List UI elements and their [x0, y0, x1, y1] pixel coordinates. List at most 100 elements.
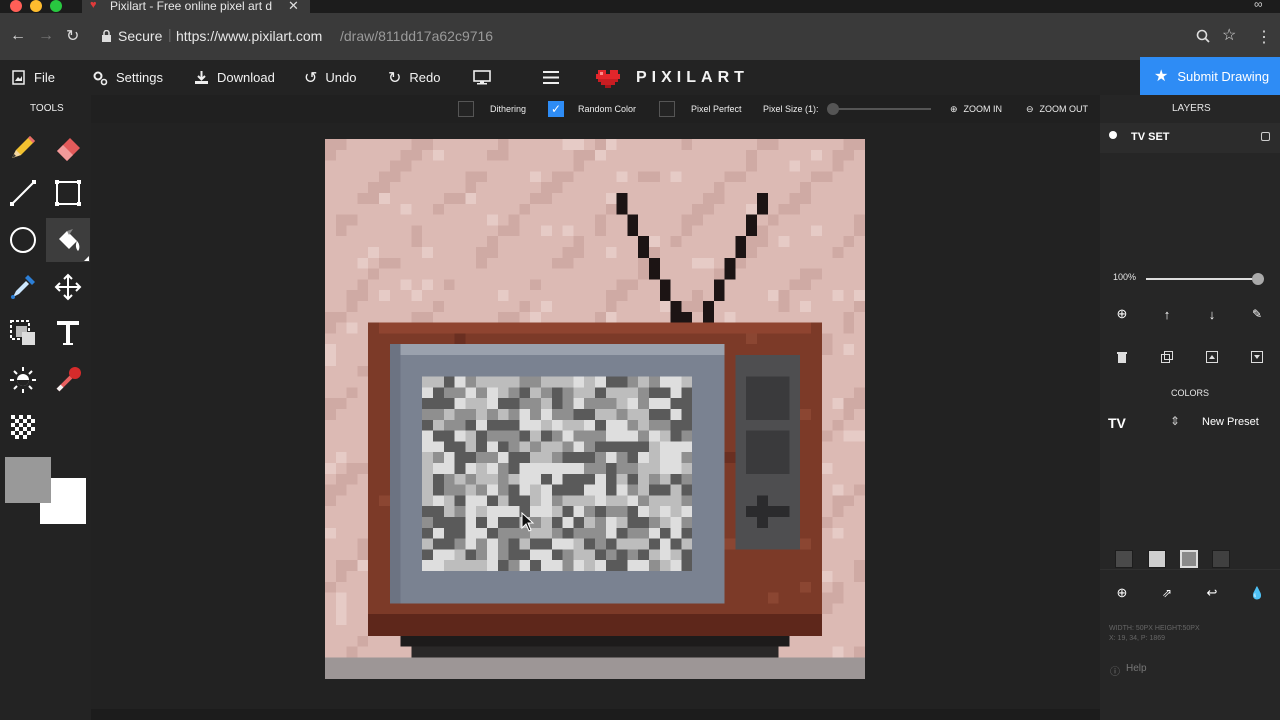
display-button[interactable] — [473, 60, 491, 95]
random-color-checkbox[interactable]: ✓ — [548, 101, 564, 117]
text-tool[interactable] — [46, 311, 90, 355]
antenna-pixel — [638, 236, 649, 247]
forward-arrow-icon[interactable]: → — [38, 27, 54, 45]
pixel-perfect-checkbox[interactable] — [659, 101, 675, 117]
tools-title: TOOLS — [30, 103, 64, 114]
merge-up-icon[interactable] — [1204, 349, 1220, 365]
maximize-window-button[interactable] — [50, 0, 62, 12]
pixel-size-slider[interactable] — [826, 102, 935, 116]
antenna-pixel — [724, 268, 736, 280]
dithering-checkbox[interactable] — [458, 101, 474, 117]
hamburger-icon — [543, 71, 559, 84]
url-prefix: https://www.pixilart.com — [176, 28, 323, 44]
download-button[interactable]: Download — [194, 60, 275, 95]
secure-label: Secure — [118, 28, 163, 44]
settings-label: Settings — [116, 70, 163, 85]
color-swatch[interactable] — [1115, 550, 1133, 568]
antenna-pixel — [713, 290, 725, 301]
submit-drawing-button[interactable]: ★ Submit Drawing — [1140, 57, 1280, 95]
primary-color-swatch[interactable] — [5, 457, 51, 503]
drop-icon[interactable]: 💧 — [1249, 585, 1265, 601]
menu-button[interactable] — [543, 60, 559, 95]
random-color-label: Random Color — [578, 104, 637, 114]
pixel-size-label: Pixel Size (1): — [763, 104, 819, 114]
back-arrow-icon[interactable]: ← — [10, 27, 26, 45]
move-layer-down-icon[interactable]: ↓ — [1204, 306, 1220, 322]
omnibox[interactable]: Secure | https://www.pixilart.com /draw/… — [92, 23, 1244, 51]
help-link[interactable]: Help — [1126, 663, 1147, 674]
antenna-pixel — [616, 193, 628, 204]
submit-drawing-label: Submit Drawing — [1177, 68, 1270, 84]
tab-close-icon[interactable]: ✕ — [288, 0, 299, 14]
color-swatch[interactable] — [1148, 550, 1166, 568]
zoom-out-button[interactable]: ⊖ ZOOM OUT — [1026, 95, 1088, 123]
random-color-option[interactable]: ✓ Random Color — [548, 95, 636, 123]
preset-select-arrows-icon[interactable]: ⇕ — [1170, 414, 1180, 428]
layer-opacity-thumb[interactable] — [1252, 273, 1264, 285]
brush-tool[interactable] — [46, 358, 90, 402]
layer-item[interactable]: TV SET — [1100, 123, 1280, 153]
browser-tab[interactable]: ♥ Pixilart - Free online pixel art d ✕ — [82, 0, 310, 13]
redo-icon: ↻ — [388, 69, 402, 87]
duplicate-layer-icon[interactable] — [1159, 349, 1175, 365]
heart-favicon-icon: ♥ — [90, 0, 97, 11]
rectangle-icon — [55, 180, 81, 206]
settings-button[interactable]: Settings — [92, 60, 163, 95]
circle-tool[interactable] — [1, 218, 45, 262]
line-tool[interactable] — [1, 171, 45, 215]
antenna-pixel — [616, 203, 628, 215]
rectangle-tool[interactable] — [46, 171, 90, 215]
tab-title: Pixilart - Free online pixel art d — [110, 0, 273, 13]
reload-icon[interactable]: ↻ — [66, 26, 79, 46]
browser-menu-icon[interactable]: ⋮ — [1256, 27, 1272, 47]
pixel-size-control: Pixel Size (1): — [763, 95, 935, 123]
color-swatch[interactable] — [1212, 550, 1230, 568]
undo-button[interactable]: ↺ Undo — [304, 60, 356, 95]
delete-layer-icon[interactable] — [1114, 349, 1130, 365]
selection-icon — [10, 320, 35, 345]
dithering-option[interactable]: Dithering — [458, 95, 526, 123]
pixel-size-slider-thumb[interactable] — [826, 103, 839, 115]
merge-down-icon[interactable] — [1249, 349, 1265, 365]
redo-button[interactable]: ↻ Redo — [388, 60, 440, 95]
share-icon[interactable]: ⇗ — [1159, 585, 1175, 601]
pixel-heart-logo-icon — [596, 69, 620, 88]
tools-panel: TOOLS — [0, 95, 91, 720]
layer-visible-dot-icon[interactable] — [1109, 131, 1117, 139]
minimize-window-button[interactable] — [30, 0, 42, 12]
file-button[interactable]: File — [12, 60, 55, 95]
help-icon[interactable]: ⓘ — [1110, 663, 1120, 678]
add-layer-icon[interactable]: ⊕ — [1114, 306, 1130, 322]
rename-layer-icon[interactable]: ✎ — [1249, 306, 1265, 322]
zoom-in-label: ZOOM IN — [963, 104, 1003, 114]
close-window-button[interactable] — [10, 0, 22, 12]
eyedropper-icon — [11, 275, 35, 299]
move-tool[interactable] — [46, 265, 90, 309]
layer-opacity-slider[interactable] — [1146, 273, 1264, 285]
new-preset-button[interactable]: New Preset — [1202, 416, 1259, 428]
eyedropper-tool[interactable] — [1, 265, 45, 309]
move-arrows-icon — [54, 273, 82, 301]
floor-shadow — [325, 657, 865, 679]
eraser-tool[interactable] — [46, 125, 90, 169]
reply-arrow-icon[interactable]: ↩ — [1204, 585, 1220, 601]
pixel-perfect-option[interactable]: Pixel Perfect — [659, 95, 742, 123]
zoom-in-button[interactable]: ⊕ ZOOM IN — [950, 95, 1002, 123]
antenna-pixel — [703, 311, 714, 323]
drawing-canvas[interactable] — [325, 139, 865, 679]
color-swatch-selected[interactable] — [1180, 550, 1198, 568]
antenna-pixel — [757, 193, 768, 204]
add-frame-icon[interactable]: ⊕ — [1114, 585, 1130, 601]
fill-tool[interactable] — [46, 218, 90, 262]
bookmark-star-icon[interactable]: ☆ — [1222, 25, 1236, 45]
select-tool[interactable] — [1, 311, 45, 355]
download-icon — [195, 71, 208, 84]
layer-name: TV SET — [1131, 131, 1170, 143]
move-layer-up-icon[interactable]: ↑ — [1159, 306, 1175, 322]
pencil-tool[interactable] — [1, 125, 45, 169]
sun-icon — [10, 367, 36, 393]
zoom-magnifier-icon[interactable] — [1196, 29, 1210, 43]
lighten-tool[interactable] — [1, 358, 45, 402]
antenna-pixel — [649, 268, 660, 280]
dither-tool[interactable] — [1, 405, 45, 449]
